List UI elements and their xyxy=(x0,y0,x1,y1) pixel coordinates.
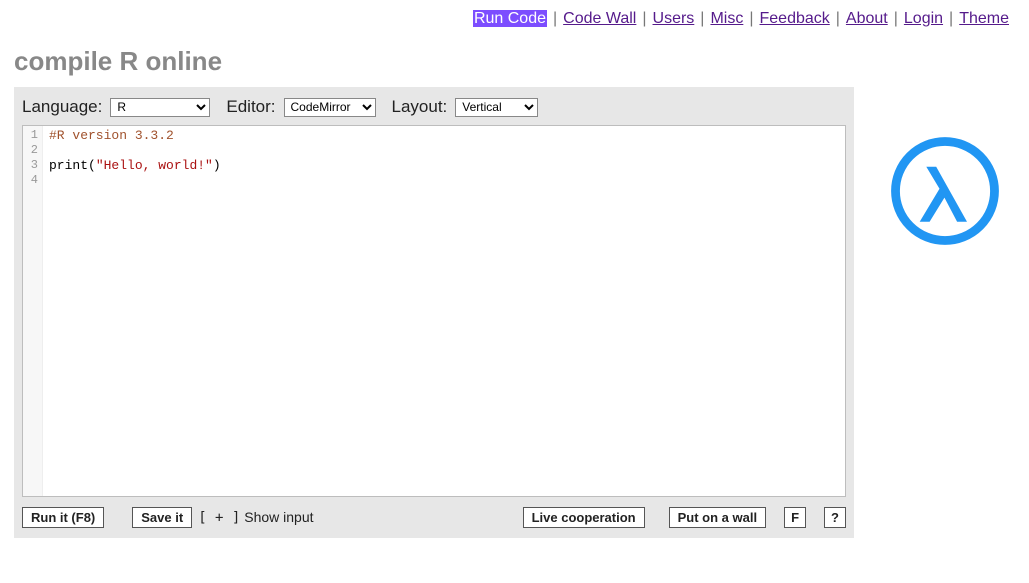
language-label: Language: xyxy=(22,97,102,117)
code-token: print xyxy=(49,158,88,173)
nav-separator: | xyxy=(949,10,953,27)
save-button[interactable]: Save it xyxy=(132,507,192,528)
nav-separator: | xyxy=(894,10,898,27)
editor-label: Editor: xyxy=(226,97,275,117)
nav-link-code-wall[interactable]: Code Wall xyxy=(563,10,636,27)
code-line[interactable]: print("Hello, world!") xyxy=(49,158,221,173)
line-number: 4 xyxy=(27,173,38,188)
layout-label: Layout: xyxy=(392,97,448,117)
put-on-wall-button[interactable]: Put on a wall xyxy=(669,507,766,528)
code-token: "Hello, world!" xyxy=(96,158,213,173)
nav-separator: | xyxy=(749,10,753,27)
show-input-label: Show input xyxy=(244,509,313,525)
code-line[interactable] xyxy=(49,173,221,188)
code-line[interactable] xyxy=(49,143,221,158)
help-button[interactable]: ? xyxy=(824,507,846,528)
show-input-toggle[interactable]: [ + ] Show input xyxy=(198,509,313,526)
nav-separator: | xyxy=(642,10,646,27)
code-area[interactable]: #R version 3.3.2 print("Hello, world!") xyxy=(43,126,227,496)
top-nav: Run Code | Code Wall | Users | Misc | Feedback | A… xyxy=(0,0,1029,34)
language-select[interactable]: R xyxy=(110,98,210,117)
nav-separator: | xyxy=(553,10,557,27)
layout-select[interactable]: Vertical xyxy=(455,98,538,117)
bottom-toolbar: Run it (F8) Save it [ + ] Show input Liv… xyxy=(22,497,846,530)
nav-link-login[interactable]: Login xyxy=(904,10,943,27)
code-token: ( xyxy=(88,158,96,173)
code-token: ) xyxy=(213,158,221,173)
line-number: 2 xyxy=(27,143,38,158)
line-number: 3 xyxy=(27,158,38,173)
nav-link-theme[interactable]: Theme xyxy=(959,10,1009,27)
page-title: compile R online xyxy=(0,34,1029,87)
nav-link-feedback[interactable]: Feedback xyxy=(760,10,830,27)
run-button[interactable]: Run it (F8) xyxy=(22,507,104,528)
editor-select[interactable]: CodeMirror xyxy=(284,98,376,117)
nav-separator: | xyxy=(836,10,840,27)
line-gutter: 1234 xyxy=(23,126,43,496)
plus-icon: [ + ] xyxy=(198,510,240,526)
fullscreen-button[interactable]: F xyxy=(784,507,806,528)
nav-link-run-code[interactable]: Run Code xyxy=(473,10,547,27)
lambda-logo-icon xyxy=(890,136,1000,246)
code-editor[interactable]: 1234 #R version 3.3.2 print("Hello, worl… xyxy=(22,125,846,497)
code-line[interactable]: #R version 3.3.2 xyxy=(49,128,221,143)
nav-link-misc[interactable]: Misc xyxy=(710,10,743,27)
workspace-panel: Language: R Editor: CodeMirror Layout: V… xyxy=(14,87,854,538)
code-token: #R version 3.3.2 xyxy=(49,128,174,143)
controls-row: Language: R Editor: CodeMirror Layout: V… xyxy=(22,97,846,125)
live-cooperation-button[interactable]: Live cooperation xyxy=(523,507,645,528)
nav-separator: | xyxy=(700,10,704,27)
line-number: 1 xyxy=(27,128,38,143)
nav-link-users[interactable]: Users xyxy=(653,10,695,27)
nav-link-about[interactable]: About xyxy=(846,10,888,27)
